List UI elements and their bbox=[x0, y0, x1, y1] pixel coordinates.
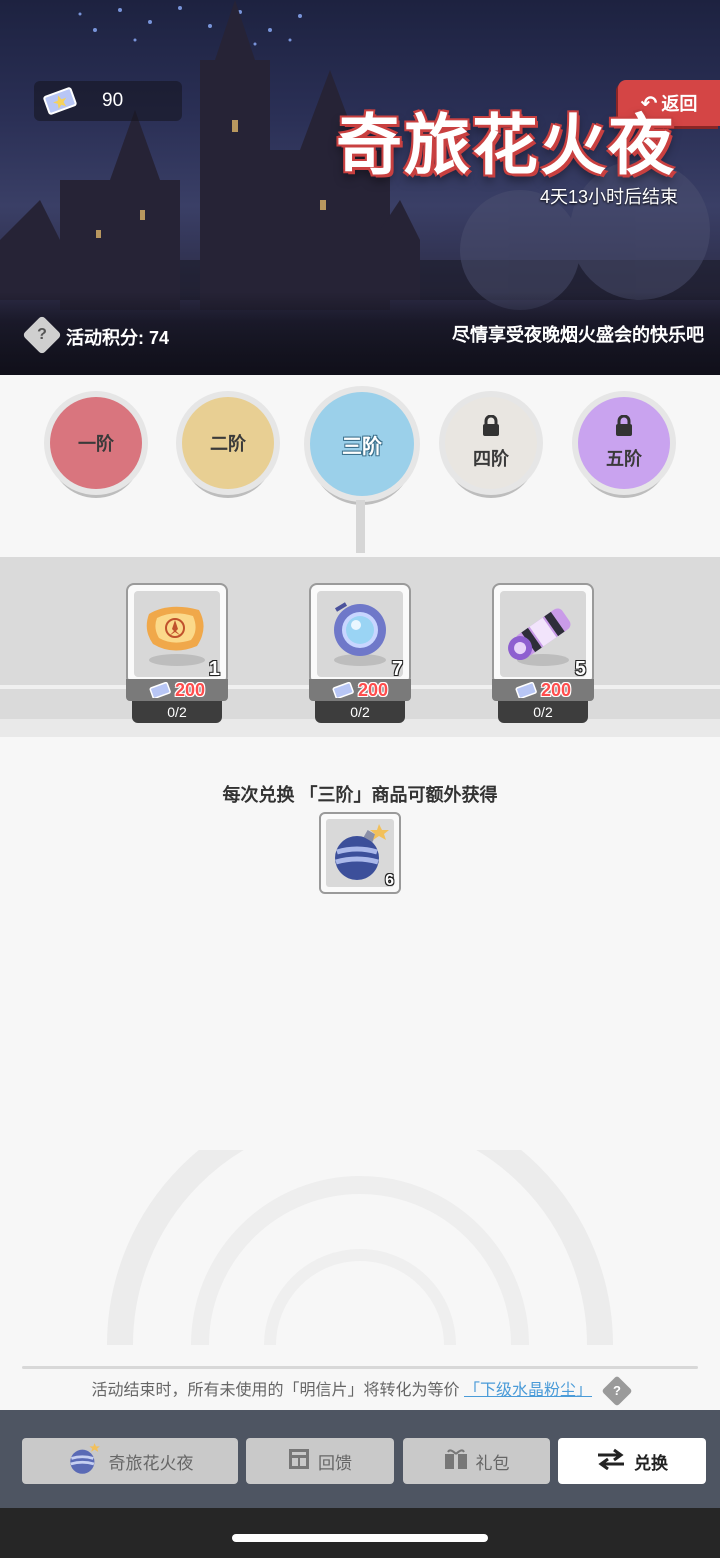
postcard-currency: 90 bbox=[34, 81, 182, 121]
conversion-note: 活动结束时，所有未使用的「明信片」将转化为等价 「下级水晶粉尘」 ? bbox=[0, 1375, 720, 1407]
item-price: 200 bbox=[492, 679, 594, 701]
tier-4-button[interactable]: 四阶 bbox=[445, 397, 537, 489]
event-slogan: 尽情享受夜晚烟火盛会的快乐吧 bbox=[452, 325, 704, 345]
nav-button-4[interactable]: 兑换 bbox=[558, 1438, 706, 1484]
tier-3-button[interactable]: 三阶 bbox=[310, 392, 414, 496]
firework-bomb-icon bbox=[67, 1442, 101, 1481]
tier-label: 三阶 bbox=[342, 435, 382, 458]
postcard-icon bbox=[332, 682, 354, 698]
watermark-emblem bbox=[107, 1150, 613, 1345]
postcard-icon bbox=[515, 682, 537, 698]
shop-item-card[interactable]: 5 200 0/2 bbox=[492, 583, 594, 723]
tier-5-button[interactable]: 五阶 bbox=[578, 397, 670, 489]
swap-icon bbox=[596, 1448, 626, 1475]
system-bar bbox=[0, 1508, 720, 1558]
lock-icon bbox=[614, 414, 634, 443]
gift-icon bbox=[444, 1448, 468, 1475]
shop-item-card[interactable]: 1 200 0/2 bbox=[126, 583, 228, 723]
item-price: 200 bbox=[309, 679, 411, 701]
bonus-text: 每次兑换 「三阶」商品可额外获得 bbox=[222, 785, 498, 805]
item-frame: 5 bbox=[492, 583, 594, 685]
home-indicator[interactable] bbox=[232, 1534, 488, 1542]
bonus-item[interactable]: 6 bbox=[319, 812, 401, 894]
activity-score: 活动积分: 74 bbox=[66, 328, 170, 348]
nav-label: 回馈 bbox=[318, 1453, 352, 1473]
bottom-nav: 奇旅花火夜 回馈 礼包 兑换 bbox=[0, 1410, 720, 1508]
item-price: 200 bbox=[126, 679, 228, 701]
tier-label: 五阶 bbox=[606, 449, 642, 469]
grid-icon bbox=[288, 1448, 310, 1475]
item-count: 1 bbox=[208, 658, 220, 680]
tier-1-button[interactable]: 一阶 bbox=[50, 397, 142, 489]
firework-bomb-icon bbox=[335, 824, 389, 880]
item-count: 5 bbox=[574, 658, 586, 680]
crystal-ring-icon bbox=[322, 594, 398, 675]
item-cost: 200 bbox=[540, 679, 572, 700]
nav-button-3[interactable]: 礼包 bbox=[403, 1438, 550, 1484]
crystal-dust-link[interactable]: 「下级水晶粉尘」 bbox=[464, 1382, 592, 1399]
nav-button-1[interactable]: 奇旅花火夜 bbox=[22, 1438, 238, 1484]
event-countdown: 4天13小时后结束 bbox=[539, 187, 678, 207]
shop-item-card[interactable]: 7 200 0/2 bbox=[309, 583, 411, 723]
event-title: 奇旅花火夜 bbox=[336, 107, 676, 184]
tier-label: 四阶 bbox=[473, 449, 509, 469]
bonus-count: 6 bbox=[385, 872, 394, 889]
nav-button-2[interactable]: 回馈 bbox=[246, 1438, 394, 1484]
currency-amount: 90 bbox=[102, 90, 124, 111]
note-help-icon[interactable]: ? bbox=[601, 1375, 634, 1407]
item-frame: 7 bbox=[309, 583, 411, 685]
item-cost: 200 bbox=[174, 679, 206, 700]
item-limit: 0/2 bbox=[132, 701, 222, 723]
item-limit: 0/2 bbox=[315, 701, 405, 723]
nav-label: 礼包 bbox=[475, 1453, 510, 1473]
nav-label: 奇旅花火夜 bbox=[108, 1453, 194, 1473]
tier-2-button[interactable]: 二阶 bbox=[182, 397, 274, 489]
postcard-icon bbox=[149, 682, 171, 698]
scroll-map-icon bbox=[139, 594, 215, 675]
tier-label: 一阶 bbox=[78, 434, 114, 454]
lock-icon bbox=[481, 414, 501, 443]
tier-label: 二阶 bbox=[210, 434, 246, 454]
postcard-icon bbox=[43, 87, 77, 115]
event-banner: 90 ↶ 返回 奇旅花火夜 4天13小时后结束 ? 活动积分: 74 尽情享受夜… bbox=[0, 0, 720, 375]
item-count: 7 bbox=[391, 658, 403, 680]
item-frame: 1 bbox=[126, 583, 228, 685]
conversion-note-text: 活动结束时，所有未使用的「明信片」将转化为等价 bbox=[91, 1382, 460, 1399]
item-limit: 0/2 bbox=[498, 701, 588, 723]
tier-connector bbox=[356, 500, 365, 553]
note-divider bbox=[22, 1366, 698, 1369]
item-cost: 200 bbox=[357, 679, 389, 700]
purple-scroll-icon bbox=[505, 594, 581, 675]
nav-label: 兑换 bbox=[634, 1453, 668, 1473]
score-help-icon[interactable]: ? bbox=[22, 315, 62, 355]
